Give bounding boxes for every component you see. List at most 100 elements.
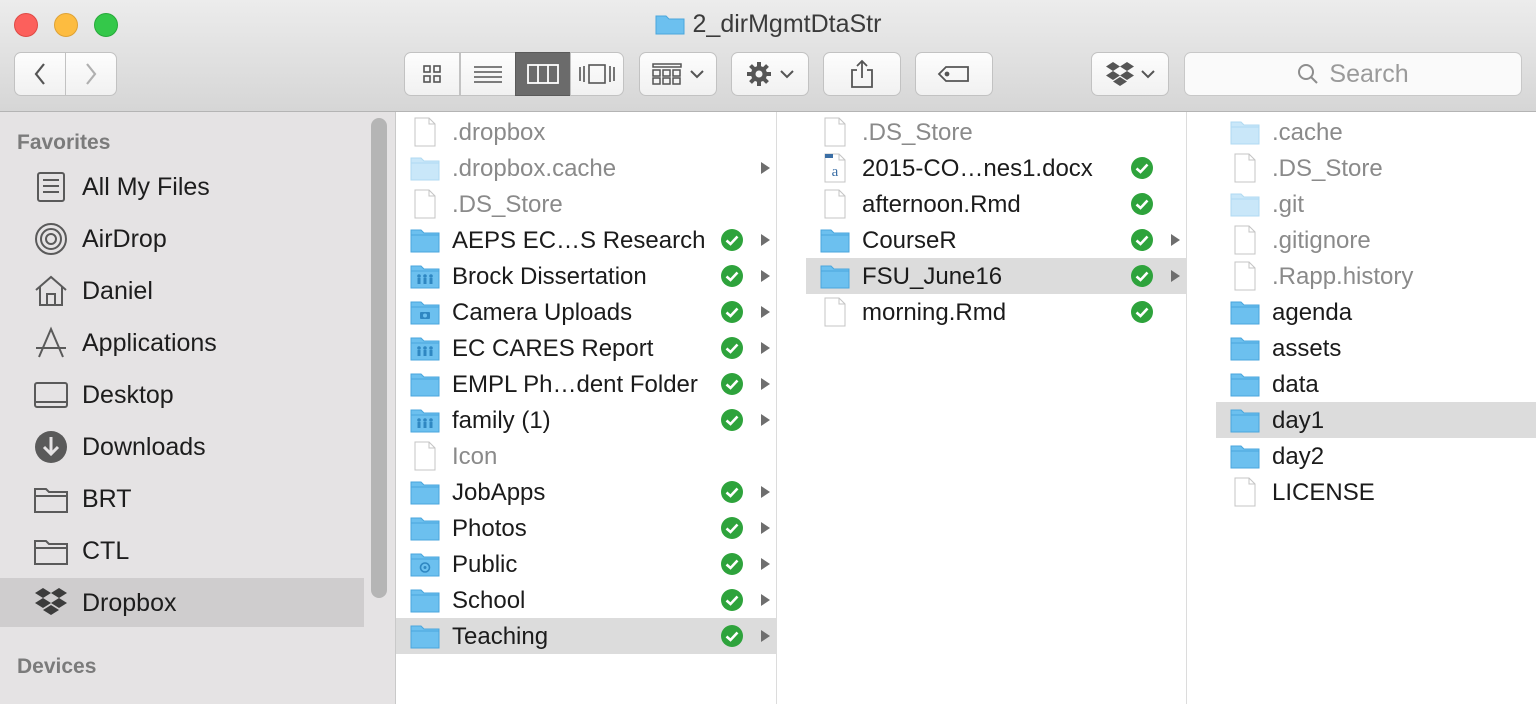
file-row[interactable]: CourseR <box>806 222 1186 258</box>
file-row[interactable]: Teaching <box>396 618 776 654</box>
file-row[interactable]: FSU_June16 <box>806 258 1186 294</box>
file-row[interactable]: .DS_Store <box>396 186 776 222</box>
file-row[interactable]: a 2015-CO…nes1.docx <box>806 150 1186 186</box>
disclosure-arrow-icon[interactable] <box>759 376 771 392</box>
sidebar-scrollbar[interactable] <box>371 118 387 598</box>
file-row[interactable]: .dropbox.cache <box>396 150 776 186</box>
sidebar-item-applications[interactable]: Applications <box>0 318 364 367</box>
file-name: 2015-CO…nes1.docx <box>862 155 1093 182</box>
file-row[interactable]: EMPL Ph…dent Folder <box>396 366 776 402</box>
svg-text:a: a <box>832 164 839 180</box>
tags-button[interactable] <box>915 52 993 96</box>
file-row[interactable]: agenda <box>1216 294 1536 330</box>
disclosure-arrow-icon[interactable] <box>759 232 771 248</box>
file-row[interactable]: data <box>1216 366 1536 402</box>
shared-folder-icon <box>410 265 440 289</box>
folder-icon <box>1230 337 1260 361</box>
sidebar-item-airdrop[interactable]: AirDrop <box>0 214 364 263</box>
file-row[interactable]: .DS_Store <box>1216 150 1536 186</box>
file-row[interactable]: JobApps <box>396 474 776 510</box>
file-row[interactable]: AEPS EC…S Research <box>396 222 776 258</box>
sync-check-icon <box>721 301 743 323</box>
sync-check-icon <box>721 265 743 287</box>
list-view-button[interactable] <box>460 52 516 96</box>
file-row[interactable]: family (1) <box>396 402 776 438</box>
file-row[interactable]: .Rapp.history <box>1216 258 1536 294</box>
file-row[interactable]: day2 <box>1216 438 1536 474</box>
forward-button[interactable] <box>65 52 117 96</box>
file-name: afternoon.Rmd <box>862 191 1021 218</box>
file-row[interactable]: .cache <box>1216 114 1536 150</box>
folder-icon <box>410 157 440 181</box>
arrange-grid-icon <box>652 63 682 85</box>
file-row[interactable]: EC CARES Report <box>396 330 776 366</box>
disclosure-arrow-icon[interactable] <box>759 340 771 356</box>
file-row[interactable]: .dropbox <box>396 114 776 150</box>
sidebar-item-daniel[interactable]: Daniel <box>0 266 364 315</box>
file-row[interactable]: .DS_Store <box>806 114 1186 150</box>
public-folder-icon <box>410 553 440 577</box>
folder-icon <box>410 229 440 253</box>
sidebar-item-all-my-files[interactable]: All My Files <box>0 162 364 211</box>
sync-check-icon <box>721 517 743 539</box>
file-icon <box>824 297 846 327</box>
file-name: .git <box>1272 191 1305 218</box>
disclosure-arrow-icon[interactable] <box>759 484 771 500</box>
sync-check-icon <box>721 229 743 251</box>
action-button[interactable] <box>731 52 809 96</box>
disclosure-arrow-icon[interactable] <box>1169 268 1181 284</box>
disclosure-arrow-icon[interactable] <box>759 556 771 572</box>
disclosure-arrow-icon[interactable] <box>759 304 771 320</box>
search-field[interactable]: Search <box>1184 52 1522 96</box>
disclosure-arrow-icon[interactable] <box>759 160 771 176</box>
sidebar-item-label: Desktop <box>82 381 174 409</box>
file-row[interactable]: Photos <box>396 510 776 546</box>
folder-icon <box>1230 193 1260 217</box>
file-row[interactable]: afternoon.Rmd <box>806 186 1186 222</box>
back-button[interactable] <box>14 52 66 96</box>
dropbox-menu-button[interactable] <box>1091 52 1169 96</box>
icon-view-button[interactable] <box>404 52 460 96</box>
file-row[interactable]: .git <box>1216 186 1536 222</box>
disclosure-arrow-icon[interactable] <box>759 268 771 284</box>
arrange-button[interactable] <box>639 52 717 96</box>
file-row[interactable]: .gitignore <box>1216 222 1536 258</box>
file-row[interactable]: Public <box>396 546 776 582</box>
disclosure-arrow-icon[interactable] <box>1169 232 1181 248</box>
folder-icon <box>1230 445 1260 469</box>
file-icon <box>414 117 436 147</box>
file-icon <box>414 441 436 471</box>
file-row[interactable]: assets <box>1216 330 1536 366</box>
column-view-button[interactable] <box>515 52 571 96</box>
file-row[interactable]: LICENSE <box>1216 474 1536 510</box>
file-row[interactable]: Brock Dissertation <box>396 258 776 294</box>
airdrop-icon <box>35 223 67 255</box>
disclosure-arrow-icon[interactable] <box>759 412 771 428</box>
file-row[interactable]: Camera Uploads <box>396 294 776 330</box>
column-fsu-june16: .cache .DS_Store .git .gitignore .Rapp.histo… <box>1216 112 1536 704</box>
disclosure-arrow-icon[interactable] <box>759 520 771 536</box>
disclosure-arrow-icon[interactable] <box>759 592 771 608</box>
sidebar-item-ctl[interactable]: CTL <box>0 526 364 575</box>
column-teaching: .DS_Storea 2015-CO…nes1.docx afternoon.Rmd… <box>806 112 1187 704</box>
chevron-left-icon <box>34 63 45 85</box>
downloads-icon <box>35 431 67 463</box>
share-button[interactable] <box>823 52 901 96</box>
sidebar: Favorites All My Files AirDrop Daniel Ap… <box>0 112 396 704</box>
file-row[interactable]: School <box>396 582 776 618</box>
file-row[interactable]: day1 <box>1216 402 1536 438</box>
cover-flow-view-button[interactable] <box>570 52 624 96</box>
file-name: Public <box>452 551 518 578</box>
share-icon <box>851 59 873 88</box>
sidebar-item-desktop[interactable]: Desktop <box>0 370 364 419</box>
file-icon <box>824 189 846 219</box>
disclosure-arrow-icon[interactable] <box>759 628 771 644</box>
sidebar-item-brt[interactable]: BRT <box>0 474 364 523</box>
file-row[interactable]: Icon <box>396 438 776 474</box>
file-name: Photos <box>452 515 527 542</box>
file-row[interactable]: morning.Rmd <box>806 294 1186 330</box>
folder-icon <box>34 488 68 513</box>
sidebar-item-dropbox[interactable]: Dropbox <box>0 578 364 627</box>
gear-icon <box>747 62 771 86</box>
sidebar-item-downloads[interactable]: Downloads <box>0 422 364 471</box>
